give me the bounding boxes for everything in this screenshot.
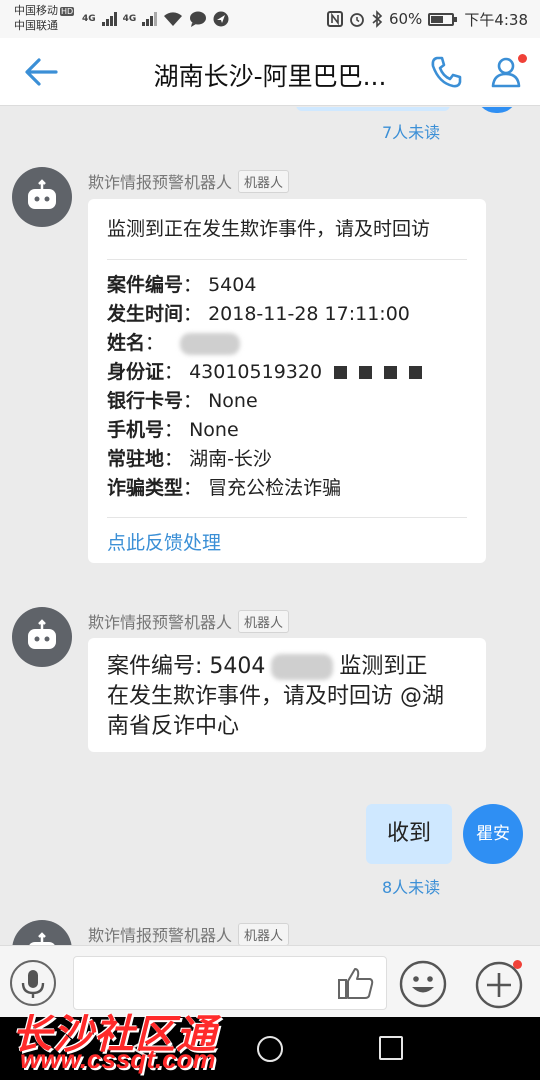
signal-group: 4G 4G	[82, 8, 229, 30]
voice-button[interactable]	[10, 960, 56, 1006]
hd-badge: HD	[60, 7, 75, 16]
nav-recents-button[interactable]	[379, 1036, 403, 1060]
sender-name: 欺诈情报预警机器人 机器人	[88, 169, 290, 193]
robot-icon	[28, 179, 56, 209]
redaction	[409, 366, 423, 379]
more-button[interactable]	[475, 960, 525, 1010]
avatar[interactable]	[12, 167, 72, 227]
field-fraud-type: 诈骗类型： 冒充公检法诈骗	[107, 477, 342, 499]
back-button[interactable]	[22, 52, 62, 92]
message-icon	[190, 11, 207, 27]
network-type-1: 4G	[82, 14, 96, 24]
arrow-left-icon	[25, 58, 58, 86]
sender-label: 欺诈情报预警机器人	[88, 926, 233, 945]
robot-icon	[28, 932, 56, 947]
field-bank-card: 银行卡号： None	[107, 390, 258, 412]
avatar[interactable]	[12, 607, 72, 667]
redaction	[384, 366, 398, 379]
chat-header: 湖南长沙-阿里巴巴...	[0, 38, 540, 106]
battery-percent: 60%	[388, 10, 423, 28]
unread-count[interactable]: 8人未读	[382, 874, 440, 898]
field-id-card: 身份证： 43010519320	[107, 357, 423, 384]
message-text: 案件编号: 5404 监测到正在发生欺诈事件，请及时回访 @湖南省反诈中心	[107, 654, 444, 739]
card-title: 监测到正在发生欺诈事件，请及时回访	[107, 218, 431, 240]
divider	[107, 517, 467, 518]
robot-icon	[28, 619, 56, 649]
field-phone: 手机号： None	[107, 419, 239, 441]
text-bubble[interactable]: 案件编号: 5404 监测到正在发生欺诈事件，请及时回访 @湖南省反诈中心	[88, 638, 486, 752]
status-right: 60% 下午4:38	[326, 8, 528, 30]
signal-icon	[142, 12, 158, 26]
notification-dot	[513, 960, 522, 969]
avatar[interactable]	[12, 920, 72, 947]
location-icon	[213, 11, 229, 27]
sender-name: 欺诈情报预警机器人 机器人	[88, 609, 290, 633]
phone-icon	[431, 56, 462, 88]
redaction	[334, 366, 348, 379]
signal-icon	[101, 12, 117, 26]
user-avatar[interactable]: 瞿安	[463, 804, 523, 864]
feedback-link[interactable]: 点此反馈处理	[107, 528, 221, 555]
field-residence: 常驻地： 湖南-长沙	[107, 448, 272, 470]
sender-label: 欺诈情报预警机器人	[88, 613, 233, 632]
status-bar: 中国移动 HD 中国联通 4G 4G 60% 下午4:38	[0, 0, 540, 38]
carrier-1: 中国移动 HD	[14, 4, 75, 17]
group-members-button[interactable]	[488, 52, 528, 92]
smiley-icon	[399, 960, 447, 1008]
unread-count[interactable]: 7人未读	[382, 119, 440, 143]
battery-icon	[428, 12, 458, 26]
previous-avatar	[476, 107, 518, 113]
redaction	[359, 366, 373, 379]
robot-tag: 机器人	[238, 169, 290, 193]
field-name: 姓名：	[107, 328, 241, 355]
wifi-icon	[164, 12, 183, 26]
sender-name: 欺诈情报预警机器人 机器人	[88, 922, 290, 946]
previous-bubble	[296, 107, 450, 111]
clock: 下午4:38	[464, 10, 528, 29]
field-time: 发生时间： 2018-11-28 17:11:00	[107, 303, 410, 325]
redaction	[180, 332, 241, 355]
emoji-button[interactable]	[399, 960, 447, 1008]
field-case-number: 案件编号： 5404	[107, 274, 257, 296]
redaction	[271, 654, 334, 680]
alert-card[interactable]: 监测到正在发生欺诈事件，请及时回访 案件编号： 5404 发生时间： 2018-…	[88, 199, 486, 563]
alarm-icon	[350, 13, 364, 27]
outgoing-bubble[interactable]: 收到	[366, 804, 452, 864]
network-type-2: 4G	[122, 14, 137, 24]
microphone-icon	[21, 970, 45, 998]
like-button[interactable]	[337, 966, 375, 1000]
nfc-icon	[326, 11, 343, 27]
notification-dot	[518, 54, 527, 63]
call-button[interactable]	[428, 54, 464, 90]
carrier-2: 中国联通	[14, 19, 58, 32]
message-list[interactable]: 7人未读 欺诈情报预警机器人 机器人 监测到正在发生欺诈事件，请及时回访 案件编…	[0, 107, 540, 947]
robot-tag: 机器人	[238, 609, 290, 633]
divider	[107, 259, 467, 260]
sender-label: 欺诈情报预警机器人	[88, 173, 233, 192]
nav-home-button[interactable]	[257, 1036, 283, 1062]
thumbs-up-icon	[338, 968, 374, 999]
watermark-url: www.cssqt.com	[20, 1044, 216, 1074]
bluetooth-icon	[372, 10, 383, 28]
chat-title: 湖南长沙-阿里巴巴...	[153, 62, 387, 91]
robot-tag: 机器人	[238, 922, 290, 946]
